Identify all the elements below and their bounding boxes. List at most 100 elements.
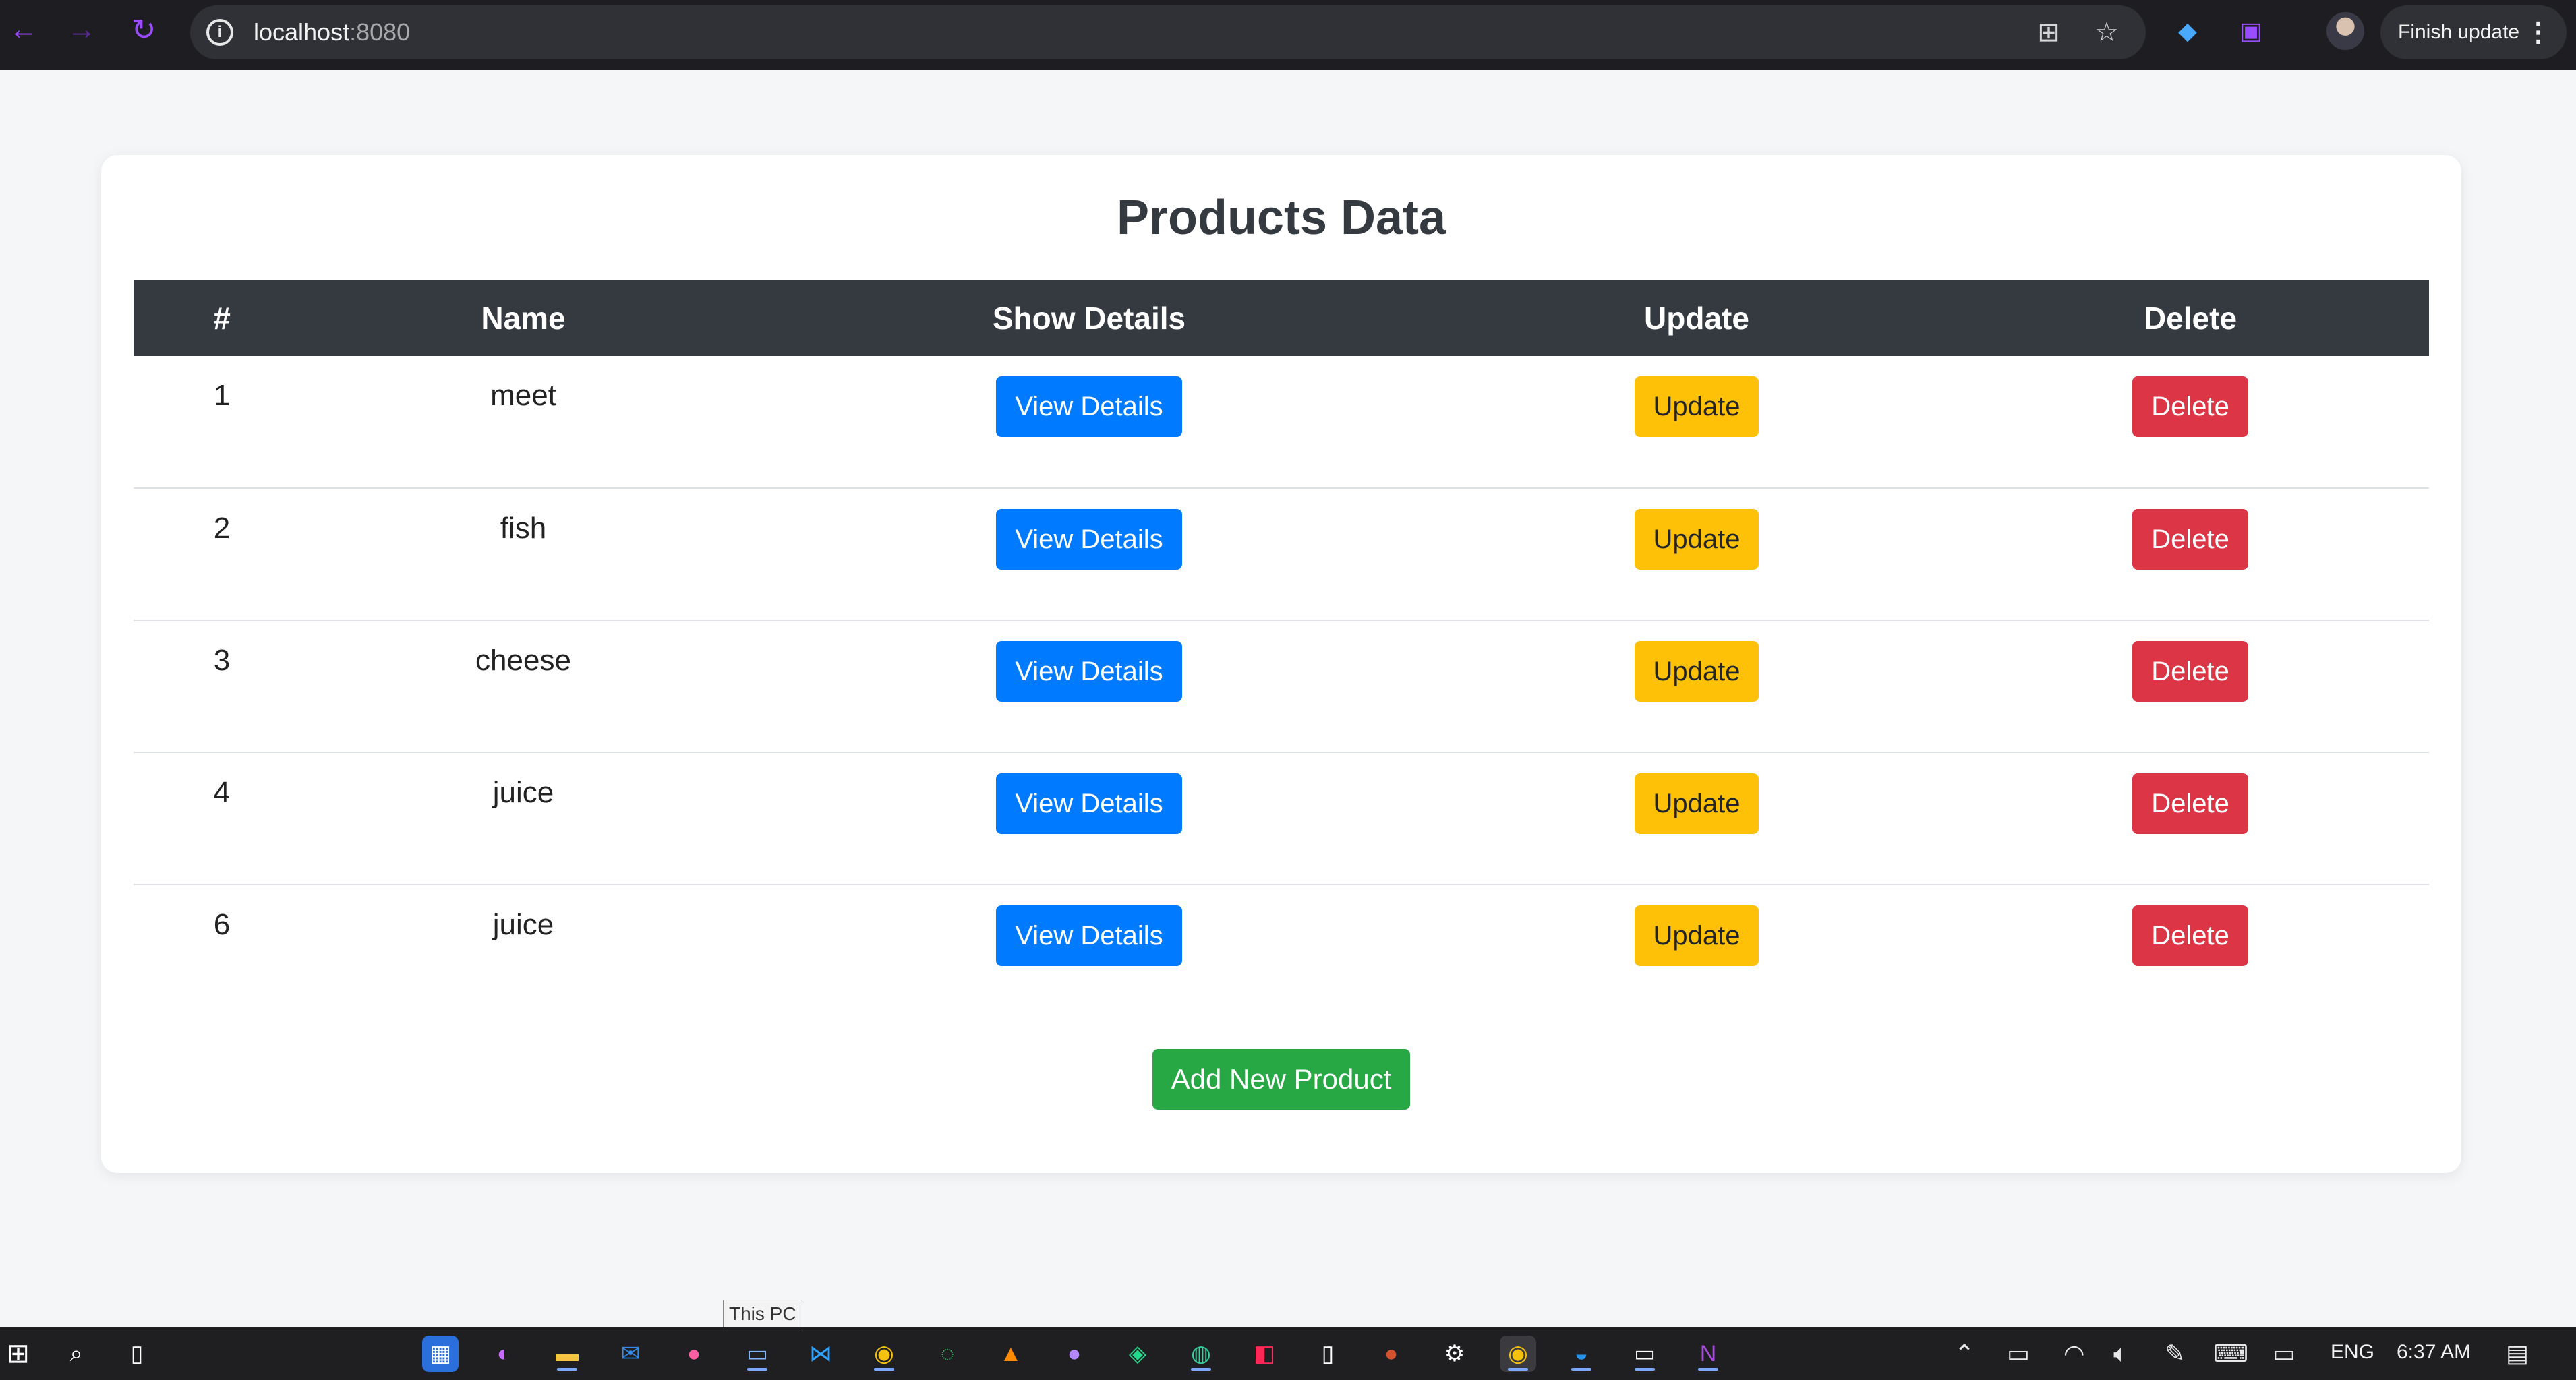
- table-row: 4 juice View Details Update Delete: [134, 752, 2429, 885]
- chrome-icon[interactable]: ◉: [866, 1336, 902, 1372]
- forward-arrow-icon[interactable]: →: [53, 1, 111, 59]
- row-name: fish: [310, 488, 736, 621]
- products-card: Products Data # Name Show Details Update…: [101, 155, 2461, 1173]
- url-host: localhost: [254, 18, 350, 46]
- browser-toolbar: ← → ↻ i localhost:8080 ⊞ ☆ ◆ ▣ Finish up…: [0, 0, 2576, 70]
- windows-start-icon[interactable]: ⊞: [0, 1336, 36, 1372]
- update-button[interactable]: Update: [1634, 773, 1759, 834]
- active-indicator: [747, 1368, 767, 1371]
- header-show-details: Show Details: [736, 280, 1442, 356]
- row-name: juice: [310, 752, 736, 885]
- this-pc-icon[interactable]: ▭: [739, 1336, 775, 1372]
- puzzle-extension-icon[interactable]: ▣: [2233, 13, 2268, 49]
- address-bar[interactable]: i localhost:8080 ⊞ ☆: [190, 5, 2146, 59]
- taskbar: ⊞ ⌕ ▯ ▦ ◐ ▬ ✉ ● ▭ ⋈ ◉ ◌ ▲ ● ◈ ◍ ◧ ▯ ● ⚙ …: [0, 1327, 2576, 1380]
- row-id: 3: [134, 620, 310, 753]
- active-indicator: [1698, 1368, 1718, 1371]
- terminal-icon[interactable]: ▭: [1627, 1336, 1663, 1372]
- update-button[interactable]: Update: [1634, 641, 1759, 702]
- vscode-icon[interactable]: ⋈: [802, 1336, 839, 1372]
- row-id: 6: [213, 908, 231, 941]
- loading-ring-icon[interactable]: ◌: [929, 1336, 966, 1372]
- view-details-button[interactable]: View Details: [996, 905, 1182, 966]
- outlook-icon[interactable]: ✉: [612, 1336, 649, 1372]
- table-row: 2 fish View Details Update Delete: [134, 488, 2429, 621]
- clock-time[interactable]: 6:37 AM: [2397, 1341, 2471, 1364]
- profile-avatar[interactable]: [2326, 12, 2364, 50]
- battery-icon[interactable]: ▭: [2007, 1340, 2030, 1368]
- update-button[interactable]: Update: [1634, 509, 1759, 570]
- delete-button[interactable]: Delete: [2132, 905, 2248, 966]
- translate-icon[interactable]: ⊞: [2031, 15, 2066, 50]
- start-menu-icon[interactable]: ▦: [422, 1336, 459, 1372]
- header-number: #: [134, 280, 310, 356]
- powerpoint-icon[interactable]: ●: [1373, 1336, 1409, 1372]
- star-icon[interactable]: ☆: [2089, 15, 2124, 50]
- back-arrow-icon[interactable]: ←: [0, 1, 53, 59]
- page-title: Products Data: [1116, 191, 1446, 245]
- row-name: cheese: [310, 620, 736, 753]
- active-indicator: [874, 1368, 894, 1371]
- copilot-icon[interactable]: ◐: [486, 1336, 522, 1372]
- row-id: 4: [134, 752, 310, 885]
- task-view-icon[interactable]: ▯: [119, 1336, 155, 1372]
- finish-update-label: Finish update: [2398, 21, 2520, 43]
- delete-button[interactable]: Delete: [2132, 509, 2248, 570]
- display-icon[interactable]: ▭: [2273, 1340, 2295, 1368]
- kebab-menu-icon[interactable]: ⋮: [2525, 18, 2552, 47]
- row-id: 2: [134, 488, 310, 621]
- document-icon[interactable]: ▯: [1310, 1336, 1346, 1372]
- view-details-button[interactable]: View Details: [996, 376, 1182, 437]
- header-delete: Delete: [1952, 280, 2429, 356]
- gem-extension-icon[interactable]: ◆: [2170, 13, 2205, 49]
- paint-drop-icon[interactable]: ●: [676, 1336, 712, 1372]
- header-update: Update: [1442, 280, 1952, 356]
- row-name: juice: [492, 908, 554, 941]
- active-indicator: [557, 1368, 577, 1371]
- row-name: meet: [310, 356, 736, 489]
- onenote-icon[interactable]: N: [1690, 1336, 1726, 1372]
- site-info-icon[interactable]: i: [206, 19, 233, 46]
- table-header-row: # Name Show Details Update Delete: [134, 280, 2429, 356]
- view-details-button[interactable]: View Details: [996, 509, 1182, 570]
- update-button[interactable]: Update: [1634, 905, 1759, 966]
- pen-icon[interactable]: ✎: [2165, 1340, 2185, 1368]
- add-new-product-button[interactable]: Add New Product: [1152, 1049, 1411, 1110]
- wifi-icon[interactable]: ◠: [2063, 1340, 2084, 1368]
- delete-button[interactable]: Delete: [2132, 376, 2248, 437]
- header-name: Name: [310, 280, 736, 356]
- keyboard-icon[interactable]: ⌨: [2213, 1340, 2248, 1368]
- finish-update-button[interactable]: Finish update ⋮: [2380, 5, 2567, 59]
- tray-chevron-up-icon[interactable]: ⌃: [1954, 1340, 1974, 1368]
- delete-button[interactable]: Delete: [2132, 773, 2248, 834]
- delete-button[interactable]: Delete: [2132, 641, 2248, 702]
- notification-icon[interactable]: ▤: [2506, 1340, 2529, 1368]
- taskbar-tooltip: This PC: [723, 1300, 802, 1328]
- view-details-button[interactable]: View Details: [996, 641, 1182, 702]
- table-row: 6 juice View Details Update Delete: [134, 884, 2429, 1017]
- pycharm-icon[interactable]: ◈: [1119, 1336, 1156, 1372]
- view-details-button[interactable]: View Details: [996, 773, 1182, 834]
- active-indicator: [1508, 1368, 1528, 1371]
- settings-gear-icon[interactable]: ⚙: [1436, 1336, 1473, 1372]
- reload-icon[interactable]: ↻: [115, 1, 173, 59]
- active-indicator: [1191, 1368, 1211, 1371]
- update-button[interactable]: Update: [1634, 376, 1759, 437]
- docker-icon[interactable]: ◒: [1563, 1336, 1600, 1372]
- file-explorer-icon[interactable]: ▬: [549, 1336, 585, 1372]
- row-id: 1: [134, 356, 310, 489]
- table-row: 1 meet View Details Update Delete: [134, 356, 2429, 489]
- table-row: 3 cheese View Details Update Delete: [134, 620, 2429, 753]
- edge-icon[interactable]: ◍: [1183, 1336, 1219, 1372]
- search-icon[interactable]: ⌕: [58, 1336, 94, 1372]
- language-indicator[interactable]: ENG: [2331, 1341, 2374, 1364]
- vlc-icon[interactable]: ▲: [993, 1336, 1029, 1372]
- active-indicator: [1571, 1368, 1591, 1371]
- intellij-icon[interactable]: ◧: [1246, 1336, 1283, 1372]
- products-table: # Name Show Details Update Delete 1 meet…: [134, 280, 2429, 1017]
- active-indicator: [1635, 1368, 1655, 1371]
- volume-icon[interactable]: 🔈︎: [2113, 1340, 2128, 1369]
- chrome-active-icon[interactable]: ◉: [1500, 1336, 1536, 1372]
- url-port: :8080: [349, 18, 411, 46]
- github-icon[interactable]: ●: [1056, 1336, 1092, 1372]
